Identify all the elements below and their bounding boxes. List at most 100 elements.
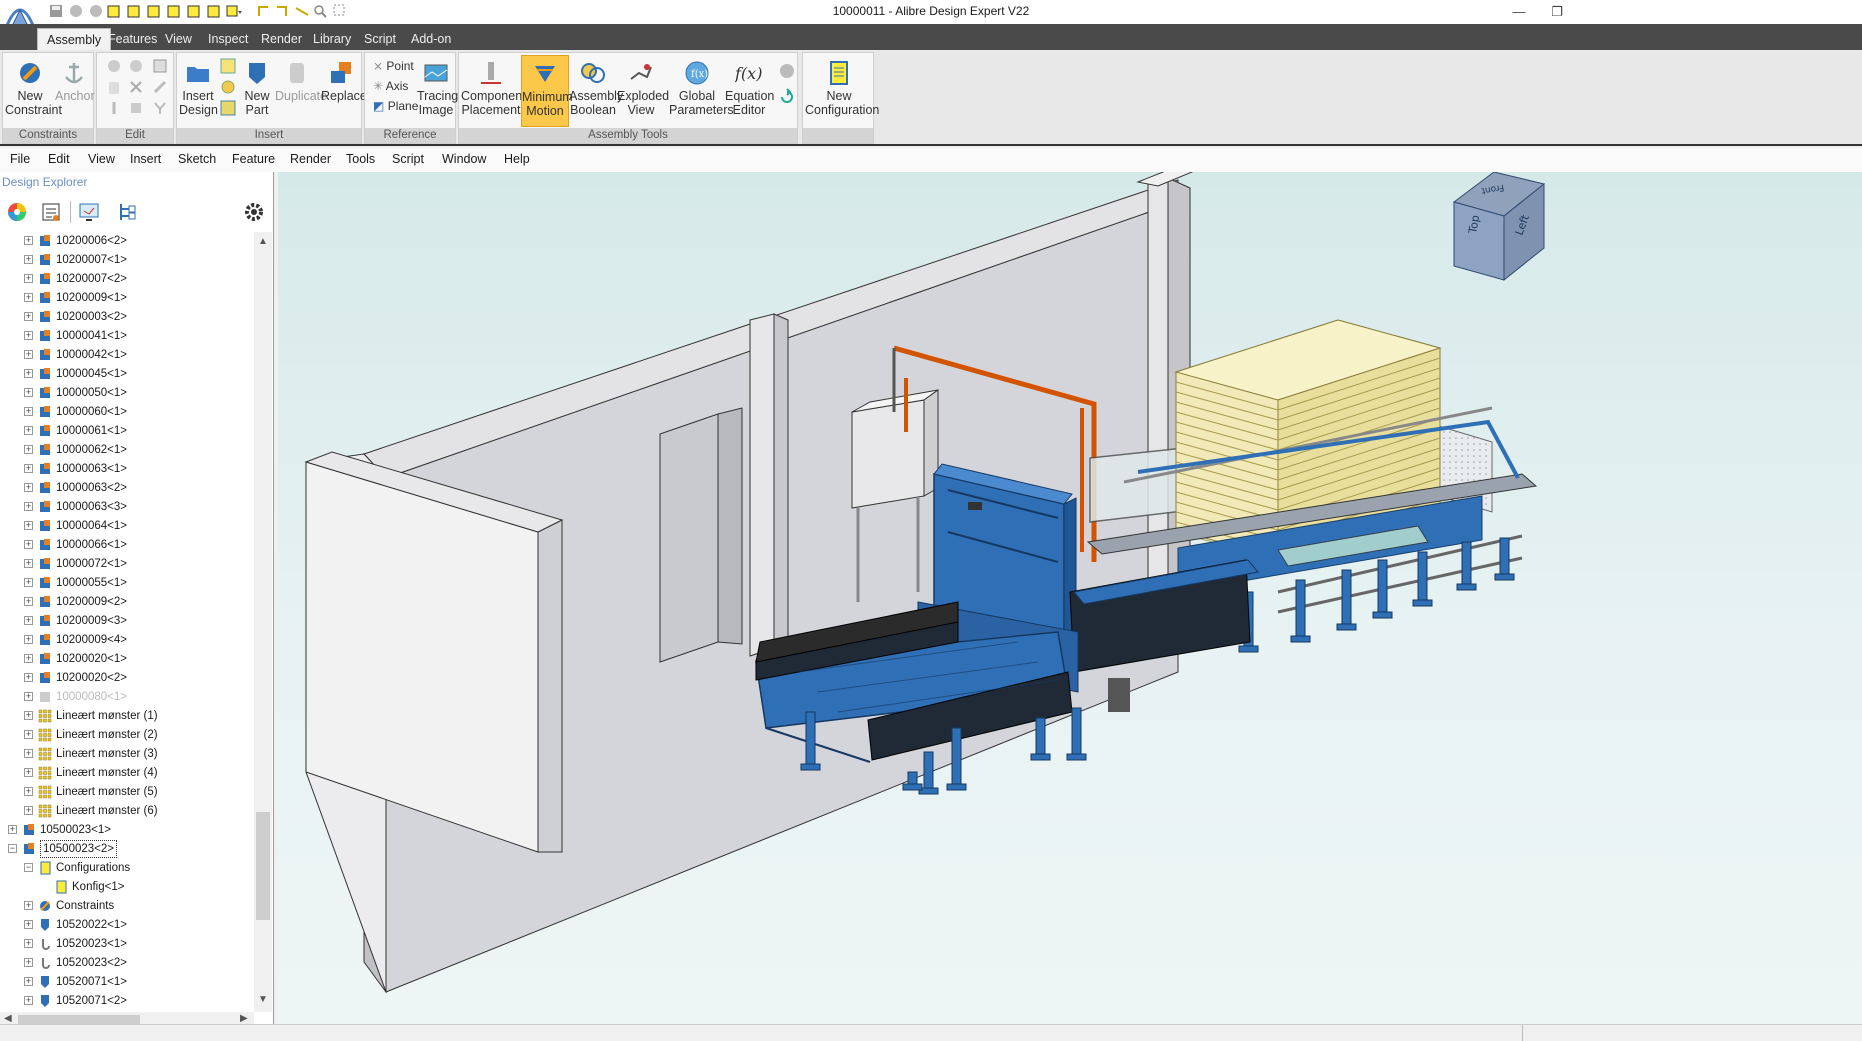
insert-grid-icon[interactable] xyxy=(219,57,237,75)
expand-icon[interactable]: + xyxy=(24,787,33,796)
menu-insert[interactable]: Insert xyxy=(130,152,161,166)
tree-item[interactable]: +10000063<3> xyxy=(0,498,254,516)
expand-icon[interactable]: + xyxy=(24,350,33,359)
tree-item[interactable]: + Lineært mønster (1) xyxy=(0,707,254,725)
tree-structure-icon[interactable] xyxy=(116,201,138,223)
expand-icon[interactable]: + xyxy=(24,236,33,245)
menu-edit[interactable]: Edit xyxy=(48,152,70,166)
tree-item[interactable]: +10000080<1> xyxy=(0,688,254,706)
edit-icon-7[interactable] xyxy=(151,99,169,117)
expand-icon[interactable]: + xyxy=(24,312,33,321)
expand-icon[interactable]: + xyxy=(24,388,33,397)
expand-icon[interactable]: + xyxy=(24,369,33,378)
tree-item[interactable]: +10000045<1> xyxy=(0,365,254,383)
menu-feature[interactable]: Feature xyxy=(232,152,275,166)
scroll-down-icon[interactable]: ▼ xyxy=(258,994,268,1005)
edit-icon-4[interactable] xyxy=(151,78,169,96)
expand-icon[interactable]: + xyxy=(24,331,33,340)
insert-design-button[interactable]: Insert Design xyxy=(179,55,218,127)
expand-icon[interactable]: + xyxy=(24,635,33,644)
assembly-tool-gray-icon[interactable] xyxy=(777,61,797,81)
tree-item[interactable]: +10520022<1> xyxy=(0,916,254,934)
tree-item[interactable]: +10200009<2> xyxy=(0,593,254,611)
tree-item[interactable]: +10200009<3> xyxy=(0,612,254,630)
expand-icon[interactable]: + xyxy=(24,616,33,625)
expand-icon[interactable]: + xyxy=(24,502,33,511)
tree-vertical-scrollbar[interactable]: ▲ ▼ xyxy=(254,232,272,1012)
equation-editor-button[interactable]: f(x) Equation Editor xyxy=(725,55,774,127)
insert-pattern-icon[interactable] xyxy=(219,99,237,117)
expand-icon[interactable]: + xyxy=(24,464,33,473)
tab-render[interactable]: Render xyxy=(252,28,311,50)
minimum-motion-button[interactable]: Minimum Motion xyxy=(521,55,573,127)
scroll-left-icon[interactable]: ◀ xyxy=(4,1013,12,1024)
tree-item[interactable]: + Lineært mønster (6) xyxy=(0,802,254,820)
expand-icon[interactable]: + xyxy=(24,255,33,264)
collapse-icon[interactable]: − xyxy=(8,844,17,853)
tree-item[interactable]: +10200020<1> xyxy=(0,650,254,668)
tree-item[interactable]: +10000066<1> xyxy=(0,536,254,554)
tree-item[interactable]: +10200006<2> xyxy=(0,232,254,250)
tree-item[interactable]: − Configurations xyxy=(0,859,254,877)
expand-icon[interactable]: + xyxy=(24,540,33,549)
monitor-icon[interactable] xyxy=(78,201,100,223)
tree-item[interactable]: +10200009<1> xyxy=(0,289,254,307)
copy-icon[interactable] xyxy=(105,78,123,96)
expand-icon[interactable]: + xyxy=(8,825,17,834)
tree-item[interactable]: +10000055<1> xyxy=(0,574,254,592)
expand-icon[interactable]: + xyxy=(24,939,33,948)
tree-item[interactable]: + Lineært mønster (5) xyxy=(0,783,254,801)
color-wheel-icon[interactable] xyxy=(6,201,28,223)
tree-item[interactable]: +10000063<2> xyxy=(0,479,254,497)
menu-render[interactable]: Render xyxy=(290,152,331,166)
tree-item[interactable]: + Lineært mønster (4) xyxy=(0,764,254,782)
delete-icon[interactable] xyxy=(127,78,145,96)
maximize-icon[interactable]: ❐ xyxy=(1544,2,1570,22)
tree-item[interactable]: +10200020<2> xyxy=(0,669,254,687)
tree-item[interactable]: +10000064<1> xyxy=(0,517,254,535)
expand-icon[interactable]: + xyxy=(24,806,33,815)
expand-icon[interactable]: + xyxy=(24,521,33,530)
axis-button[interactable]: ✳ Axis xyxy=(373,77,408,95)
expand-icon[interactable]: + xyxy=(24,673,33,682)
expand-icon[interactable]: + xyxy=(24,920,33,929)
scroll-up-icon[interactable]: ▲ xyxy=(258,236,268,247)
expand-icon[interactable]: + xyxy=(24,711,33,720)
tree-item[interactable]: +10200003<2> xyxy=(0,308,254,326)
plane-button[interactable]: ◩ Plane xyxy=(373,97,418,115)
assembly-model-render[interactable]: Top Left Front xyxy=(278,165,1862,1024)
tree-item[interactable]: +10000042<1> xyxy=(0,346,254,364)
tree-scroll-thumb[interactable] xyxy=(256,812,270,920)
expand-icon[interactable]: + xyxy=(24,293,33,302)
expand-icon[interactable]: + xyxy=(24,692,33,701)
tree-item[interactable]: +10520071<1> xyxy=(0,973,254,991)
tab-script[interactable]: Script xyxy=(355,28,405,50)
tree-item[interactable]: +10500023<1> xyxy=(0,821,254,839)
tree-item[interactable]: +10520023<1> xyxy=(0,935,254,953)
expand-icon[interactable]: + xyxy=(24,559,33,568)
expand-icon[interactable]: + xyxy=(24,274,33,283)
3d-viewport[interactable]: Top Left Front xyxy=(278,165,1862,1024)
tree-item[interactable]: +10000063<1> xyxy=(0,460,254,478)
tree-item[interactable]: +10000072<1> xyxy=(0,555,254,573)
new-constraint-button[interactable]: New Constraint xyxy=(5,55,62,127)
anchor-button[interactable]: Anchor xyxy=(55,55,95,127)
collapse-icon[interactable]: − xyxy=(24,863,33,872)
tracing-image-button[interactable]: Tracing Image xyxy=(417,55,458,127)
expand-icon[interactable]: + xyxy=(24,578,33,587)
expand-icon[interactable]: + xyxy=(24,958,33,967)
tree-item[interactable]: +10000060<1> xyxy=(0,403,254,421)
tree-item[interactable]: +10200007<2> xyxy=(0,270,254,288)
menu-sketch[interactable]: Sketch xyxy=(178,152,216,166)
tree-item[interactable]: +10000041<1> xyxy=(0,327,254,345)
new-configuration-button[interactable]: New Configuration xyxy=(805,55,879,127)
component-placement-button[interactable]: Component Placement xyxy=(461,55,526,127)
properties-icon[interactable] xyxy=(40,201,62,223)
global-parameters-button[interactable]: f(x) Global Parameters xyxy=(669,55,734,127)
menu-script[interactable]: Script xyxy=(392,152,424,166)
insert-gear-icon[interactable] xyxy=(219,78,237,96)
expand-icon[interactable]: + xyxy=(24,597,33,606)
expand-icon[interactable]: + xyxy=(24,996,33,1005)
refresh-icon[interactable] xyxy=(777,87,797,107)
edit-icon-5[interactable] xyxy=(105,99,123,117)
